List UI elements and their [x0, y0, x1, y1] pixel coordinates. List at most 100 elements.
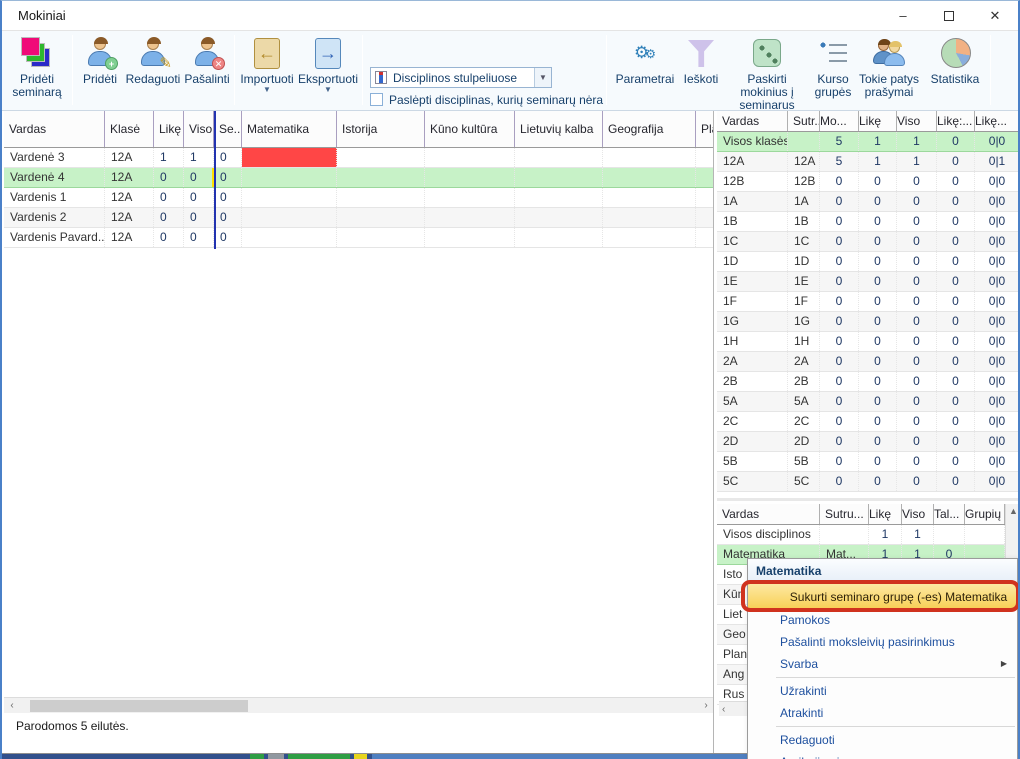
column-header[interactable]: Se...: [214, 111, 242, 147]
column-header[interactable]: Klasė: [105, 111, 154, 147]
table-row[interactable]: 2D2D00000|0: [717, 432, 1020, 452]
remove-student-button[interactable]: ✕ Pašalinti: [182, 34, 232, 108]
export-button[interactable]: → Eksportuoti ▼: [298, 34, 358, 108]
table-cell: 0: [820, 372, 859, 391]
table-row[interactable]: 12B12B00000|0: [717, 172, 1020, 192]
same-requests-button[interactable]: Tokie patys prašymai: [856, 34, 922, 108]
column-header[interactable]: Lietuvių kalba: [515, 111, 603, 147]
column-header[interactable]: Matematika: [242, 111, 337, 147]
close-button[interactable]: ✕: [972, 1, 1018, 31]
table-row[interactable]: Visos klasės51100|0: [717, 132, 1020, 152]
scroll-left-arrow[interactable]: ‹: [4, 698, 20, 714]
menu-item-apribojimai[interactable]: Apribojimai: [748, 751, 1017, 759]
table-row[interactable]: 1E1E00000|0: [717, 272, 1020, 292]
table-cell: 0: [937, 132, 975, 151]
table-row[interactable]: 5B5B00000|0: [717, 452, 1020, 472]
column-header[interactable]: Tal...: [934, 504, 965, 524]
minimize-button[interactable]: –: [880, 1, 926, 31]
column-header[interactable]: Grupių p: [965, 504, 1005, 524]
parameters-button[interactable]: ⚙⚙ Parametrai: [612, 34, 678, 108]
create-seminar-group-menu-item[interactable]: Sukurti seminaro grupę (-es) Matematika: [748, 583, 1017, 609]
hide-disciplines-checkbox[interactable]: Paslėpti disciplinas, kurių seminarų nėr…: [370, 93, 603, 109]
statistics-button[interactable]: Statistika: [924, 34, 986, 108]
maximize-button[interactable]: [926, 1, 972, 31]
table-row[interactable]: 1B1B00000|0: [717, 212, 1020, 232]
table-row[interactable]: 1H1H00000|0: [717, 332, 1020, 352]
column-header[interactable]: Likę...: [975, 111, 1020, 131]
table-cell: 0: [897, 212, 937, 231]
table-cell: 1D: [788, 252, 820, 271]
column-header[interactable]: Likę: [869, 504, 902, 524]
column-header[interactable]: Likę: [859, 111, 897, 131]
table-row[interactable]: 12A12A51100|1: [717, 152, 1020, 172]
column-header[interactable]: Istorija: [337, 111, 425, 147]
table-row[interactable]: 2A2A00000|0: [717, 352, 1020, 372]
scroll-right-arrow[interactable]: ›: [698, 698, 714, 714]
add-student-icon: +: [82, 36, 118, 72]
add-seminar-button[interactable]: Pridėti seminarą: [6, 34, 68, 108]
scrollbar-thumb[interactable]: [30, 700, 248, 712]
edit-student-button[interactable]: ✎ Redaguoti: [124, 34, 182, 108]
column-header[interactable]: Sutru...: [820, 504, 869, 524]
table-row[interactable]: 1F1F00000|0: [717, 292, 1020, 312]
table-row[interactable]: 2B2B00000|0: [717, 372, 1020, 392]
import-button[interactable]: ← Importuoti ▼: [238, 34, 296, 108]
table-row[interactable]: 1G1G00000|0: [717, 312, 1020, 332]
scroll-up-arrow[interactable]: ▲: [1006, 506, 1020, 516]
add-student-button[interactable]: + Pridėti: [76, 34, 124, 108]
table-cell: 0: [937, 312, 975, 331]
search-button[interactable]: Ieškoti: [678, 34, 724, 108]
table-cell: 0|0: [975, 452, 1020, 471]
column-header[interactable]: Vardas: [717, 504, 820, 524]
column-header[interactable]: Viso: [897, 111, 937, 131]
combobox-dropdown-arrow[interactable]: ▼: [534, 68, 551, 87]
disciplines-horizontal-scrollbar[interactable]: ‹: [719, 701, 749, 716]
table-cell: [425, 228, 515, 247]
column-header[interactable]: Likę: [154, 111, 184, 147]
column-header[interactable]: Geografija: [603, 111, 696, 147]
table-row[interactable]: 2C2C00000|0: [717, 412, 1020, 432]
table-row[interactable]: 1C1C00000|0: [717, 232, 1020, 252]
columns-mode-combobox[interactable]: Disciplinos stulpeliuose ▼: [370, 67, 552, 88]
scroll-left-arrow[interactable]: ‹: [719, 704, 725, 715]
table-cell: 2B: [788, 372, 820, 391]
table-row[interactable]: 1A1A00000|0: [717, 192, 1020, 212]
table-row[interactable]: Vardenis Pavard...12A000: [4, 228, 713, 248]
column-header[interactable]: Likę:...: [937, 111, 975, 131]
column-header[interactable]: Pla: [696, 111, 714, 147]
menu-item-svarba[interactable]: Svarba▶: [748, 653, 1017, 675]
column-header[interactable]: Viso: [902, 504, 934, 524]
table-cell: 12A: [105, 148, 154, 167]
menu-item-atrakinti[interactable]: Atrakinti: [748, 702, 1017, 724]
filter-icon: [683, 36, 719, 72]
table-cell: [515, 168, 603, 187]
assign-students-button[interactable]: Paskirti mokinius į seminarus: [724, 34, 810, 108]
table-row[interactable]: 5C5C00000|0: [717, 472, 1020, 492]
column-header[interactable]: Sutr...: [788, 111, 820, 131]
column-header[interactable]: Kūno kultūra: [425, 111, 515, 147]
column-header[interactable]: Vardas: [717, 111, 788, 131]
table-row[interactable]: Vardenė 412A000: [4, 168, 713, 188]
table-cell: 0: [820, 352, 859, 371]
horizontal-scrollbar[interactable]: ‹ ›: [4, 697, 714, 713]
table-row[interactable]: Vardenis 212A000: [4, 208, 713, 228]
table-row[interactable]: Vardenė 312A110: [4, 148, 713, 168]
course-groups-button[interactable]: Kurso grupės: [810, 34, 856, 108]
table-row[interactable]: 5A5A00000|0: [717, 392, 1020, 412]
menu-item-pamokos[interactable]: Pamokos: [748, 609, 1017, 631]
table-cell: 5A: [717, 392, 788, 411]
table-row[interactable]: Visos disciplinos11: [717, 525, 1005, 545]
column-header[interactable]: Vardas: [4, 111, 105, 147]
menu-item-užrakinti[interactable]: Užrakinti: [748, 680, 1017, 702]
menu-item-pašalinti-moksleivių-pasirinkimus[interactable]: Pašalinti moksleivių pasirinkimus: [748, 631, 1017, 653]
table-cell: 0: [859, 252, 897, 271]
menu-item-redaguoti[interactable]: Redaguoti: [748, 729, 1017, 751]
panel-splitter[interactable]: [717, 498, 1020, 501]
table-cell: 0: [937, 332, 975, 351]
column-header[interactable]: Mo...: [820, 111, 859, 131]
column-header[interactable]: Viso: [184, 111, 214, 147]
table-cell: 0|1: [975, 152, 1020, 171]
table-row[interactable]: Vardenis 112A000: [4, 188, 713, 208]
checkbox-box[interactable]: [370, 93, 383, 106]
table-row[interactable]: 1D1D00000|0: [717, 252, 1020, 272]
